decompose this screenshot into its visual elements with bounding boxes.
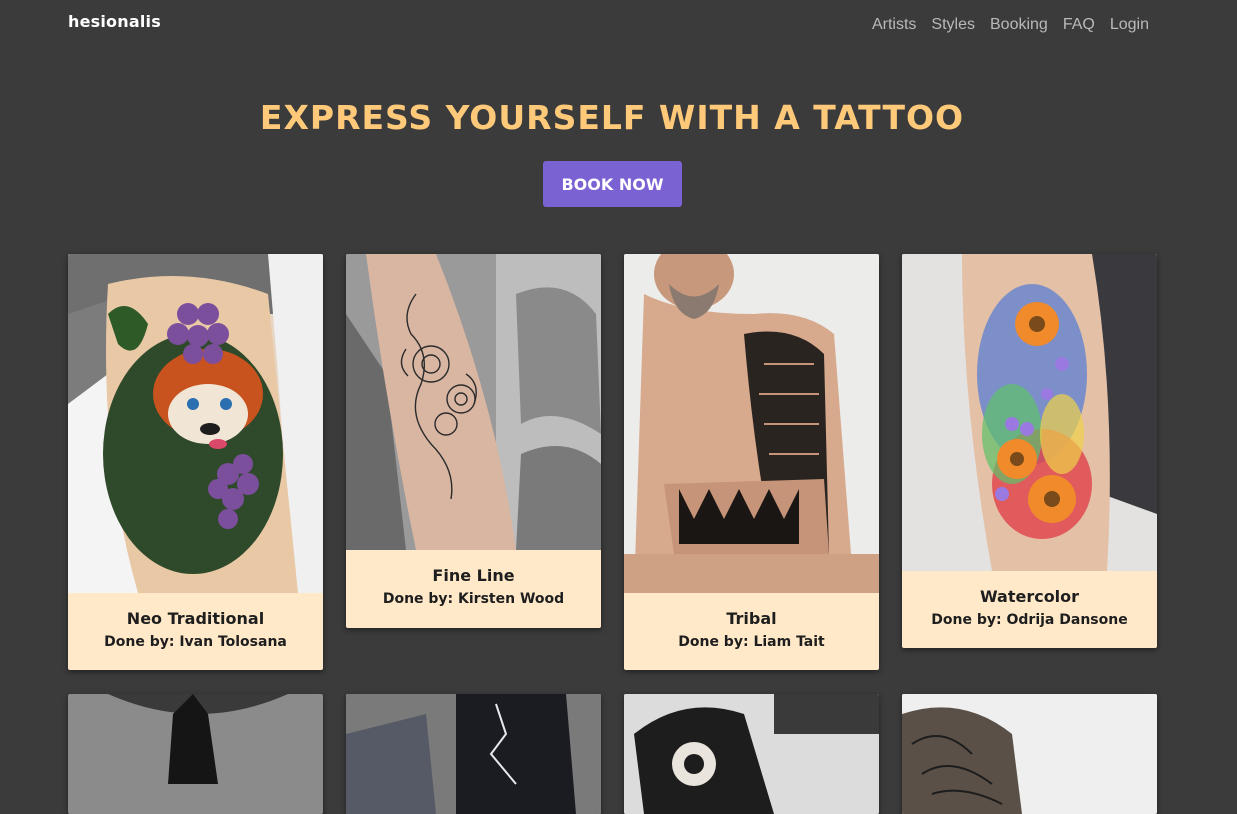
nav-link-faq[interactable]: FAQ (1063, 16, 1095, 34)
tattoo-photo-watercolor (902, 254, 1157, 571)
tattoo-photo (624, 694, 879, 814)
site-logo[interactable]: hesionalis (68, 12, 161, 31)
gallery-card-watercolor[interactable]: Watercolor Done by: Odrija Dansone (902, 254, 1157, 648)
artist-credit: Done by: Kirsten Wood (346, 591, 601, 607)
card-caption: Neo Traditional Done by: Ivan Tolosana (68, 593, 323, 650)
tattoo-photo (346, 694, 601, 814)
nav-link-styles[interactable]: Styles (931, 16, 975, 34)
artist-name: Kirsten Wood (458, 591, 565, 607)
nav-link-artists[interactable]: Artists (872, 16, 916, 34)
card-caption: Fine Line Done by: Kirsten Wood (346, 550, 601, 607)
gallery-card-row2-3[interactable] (624, 694, 879, 814)
tattoo-style-name: Tribal (726, 609, 777, 628)
done-by-label: Done by: (931, 612, 1002, 628)
tattoo-photo-neo-traditional (68, 254, 323, 593)
done-by-label: Done by: (382, 591, 454, 607)
done-by-label: Done by: (104, 634, 175, 650)
artist-name: Liam Tait (753, 634, 825, 650)
gallery-card-row2-1[interactable] (68, 694, 323, 814)
gallery-card-tribal[interactable]: Tribal Done by: Liam Tait (624, 254, 879, 670)
tattoo-photo-fine-line (346, 254, 601, 550)
tattoo-photo (902, 694, 1157, 814)
hero-title: EXPRESS YOURSELF WITH A TATTOO (259, 98, 965, 137)
book-now-button[interactable]: BOOK NOW (543, 161, 682, 207)
artist-name: Odrija Dansone (1006, 612, 1128, 628)
main-nav: Artists Styles Booking FAQ Login (872, 16, 1149, 34)
artist-credit: Done by: Liam Tait (624, 634, 879, 650)
card-caption: Watercolor Done by: Odrija Dansone (902, 571, 1157, 628)
tattoo-photo-tribal (624, 254, 879, 593)
artist-credit: Done by: Odrija Dansone (902, 612, 1157, 628)
top-navigation-bar: hesionalis Artists Styles Booking FAQ Lo… (0, 0, 1237, 50)
tattoo-style-name: Fine Line (432, 566, 515, 585)
card-caption: Tribal Done by: Liam Tait (624, 593, 879, 650)
tattoo-style-name: Watercolor (979, 587, 1080, 606)
tattoo-style-name: Neo Traditional (126, 609, 265, 628)
artist-name: Ivan Tolosana (179, 634, 287, 650)
nav-link-booking[interactable]: Booking (990, 16, 1048, 34)
done-by-label: Done by: (678, 634, 749, 650)
tattoo-photo (68, 694, 323, 814)
gallery-card-row2-4[interactable] (902, 694, 1157, 814)
nav-link-login[interactable]: Login (1110, 16, 1149, 34)
gallery-card-row2-2[interactable] (346, 694, 601, 814)
gallery-card-fine-line[interactable]: Fine Line Done by: Kirsten Wood (346, 254, 601, 628)
gallery-card-neo-traditional[interactable]: Neo Traditional Done by: Ivan Tolosana (68, 254, 323, 670)
artist-credit: Done by: Ivan Tolosana (68, 634, 323, 650)
